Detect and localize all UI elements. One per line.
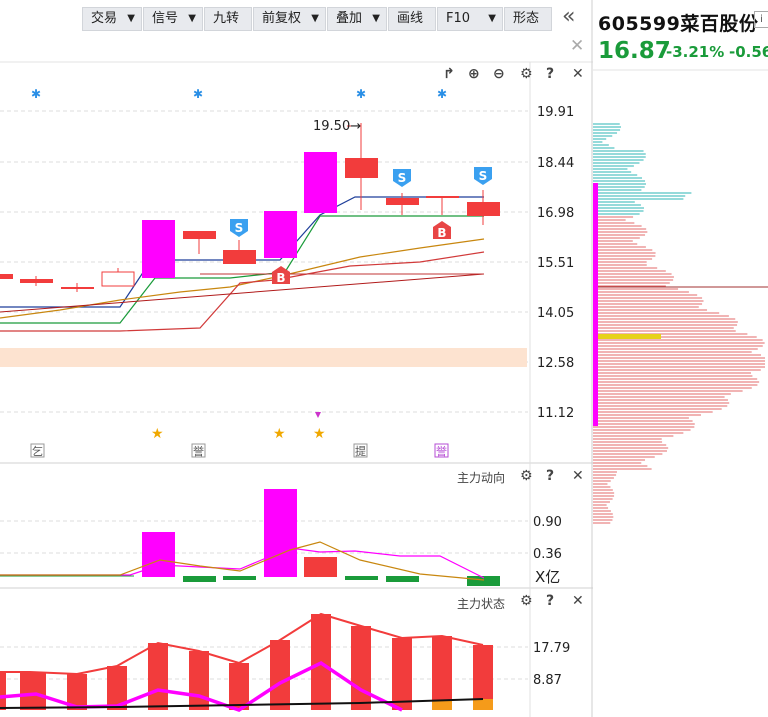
main-force-bars (142, 489, 500, 586)
panel-title: 主力状态 (457, 597, 506, 611)
y-label: 0.90 (533, 515, 562, 530)
svg-text:S: S (398, 171, 407, 185)
settings-icon[interactable]: ⚙ (520, 593, 533, 609)
svg-text:★: ★ (313, 426, 326, 442)
close-icon[interactable]: ✕ (572, 593, 584, 609)
panel-title: 主力动向 (457, 471, 506, 485)
y-label: 14.05 (537, 306, 574, 321)
help-icon[interactable]: ? (546, 468, 554, 484)
undo-icon[interactable]: ↱ (443, 66, 455, 82)
dde-line-orange (0, 541, 485, 581)
y-label: 17.79 (533, 641, 570, 656)
event-tag: 誉 (436, 444, 447, 458)
main-state-bars (0, 614, 493, 710)
unit-label: X亿 (535, 568, 560, 586)
blue-star-icon: ✱ ✱ ✱ ✱ (31, 87, 447, 101)
event-tag: 誉 (193, 444, 204, 458)
price-band (0, 348, 527, 367)
y-label: 18.44 (537, 156, 574, 171)
close-icon[interactable]: ✕ (572, 468, 584, 484)
candles (0, 123, 500, 292)
svg-text:★: ★ (273, 426, 286, 442)
svg-text:★: ★ (151, 426, 164, 442)
svg-text:S: S (479, 169, 488, 183)
y-label: 16.98 (537, 206, 574, 221)
y-label: 15.51 (537, 256, 574, 271)
svg-text:✱: ✱ (437, 87, 447, 101)
y-label: 19.91 (537, 105, 574, 120)
gold-star-icon: ★ ★ ★ (151, 426, 326, 442)
svg-text:✱: ✱ (356, 87, 366, 101)
y-label: 12.58 (537, 356, 574, 371)
marker-icon (315, 412, 321, 418)
svg-text:✱: ✱ (193, 87, 203, 101)
close-icon[interactable]: ✕ (572, 66, 584, 82)
y-label: 8.87 (533, 673, 562, 688)
svg-text:✱: ✱ (31, 87, 41, 101)
svg-text:B: B (276, 271, 285, 285)
svg-text:B: B (437, 226, 446, 240)
svg-text:S: S (235, 221, 244, 235)
event-tag: 提 (355, 445, 366, 458)
zoom-out-icon[interactable]: ⊖ (493, 66, 505, 82)
zoom-in-icon[interactable]: ⊕ (468, 66, 480, 82)
help-icon[interactable]: ? (546, 593, 554, 609)
event-tag: 乞 (32, 444, 43, 458)
settings-icon[interactable]: ⚙ (520, 468, 533, 484)
high-price-annotation: 19.50→ (313, 119, 361, 134)
settings-icon[interactable]: ⚙ (520, 66, 533, 82)
help-icon[interactable]: ? (546, 66, 554, 82)
y-label: 11.12 (537, 406, 574, 421)
trend-line (0, 273, 485, 313)
volume-profile (593, 69, 768, 524)
y-label: 0.36 (533, 547, 562, 562)
